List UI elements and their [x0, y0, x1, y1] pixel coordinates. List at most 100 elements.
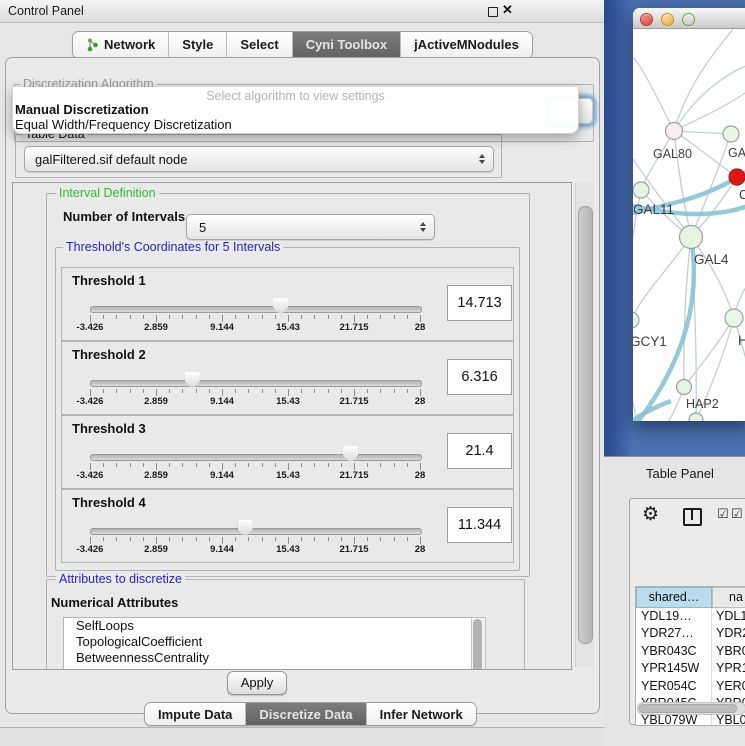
gear-icon[interactable]: ⚙ [642, 503, 659, 525]
tick-mark [301, 315, 302, 319]
tick-mark [380, 315, 381, 319]
network-node[interactable] [723, 126, 739, 142]
close-traffic-light[interactable] [640, 13, 653, 26]
threshold-value-field[interactable]: 6.316 [447, 359, 512, 395]
scale-label: 21.715 [330, 322, 378, 333]
scale-label: 21.715 [330, 396, 378, 407]
tab-cyni-toolbox[interactable]: Cyni Toolbox [293, 32, 401, 58]
tick-mark [169, 537, 170, 541]
close-icon[interactable]: ✕ [502, 2, 513, 18]
scale-label: -3.426 [66, 322, 114, 333]
scale-label: 2.859 [132, 544, 180, 555]
scale-label: 28 [396, 322, 444, 333]
threshold-value-field[interactable]: 21.4 [447, 433, 512, 469]
settings-viewport: Interval Definition Number of Intervals … [12, 182, 572, 670]
node-label: C [739, 188, 745, 202]
network-window-titlebar[interactable] [633, 8, 745, 29]
tick-mark [367, 389, 368, 393]
network-edge[interactable] [633, 57, 674, 131]
network-edge[interactable] [674, 29, 733, 131]
tick-mark [275, 389, 276, 393]
tick-mark [314, 537, 315, 541]
attribute-list-item[interactable]: TopologicalCoefficient [64, 634, 472, 650]
tick-mark [143, 389, 144, 393]
table-row[interactable]: YER054CYER0 [636, 678, 745, 695]
threshold-value-field[interactable]: 14.713 [447, 285, 512, 321]
network-node[interactable] [680, 226, 703, 249]
scale-label: 2.859 [132, 322, 180, 333]
table-row[interactable]: YDL19…YDL1 [636, 608, 745, 625]
threshold-panel: Threshold 3-3.4262.8599.14415.4321.71528… [61, 415, 514, 489]
number-of-intervals-spinner[interactable]: 5 [186, 214, 435, 240]
network-node[interactable] [666, 123, 683, 140]
float-window-icon[interactable] [488, 7, 498, 17]
network-edge[interactable] [674, 89, 745, 131]
table-row[interactable]: YPR145WYPR1 [636, 660, 745, 677]
settings-scrollbar[interactable] [575, 183, 594, 667]
tick-mark [196, 315, 197, 319]
panel-title: Control Panel [8, 4, 84, 18]
tick-mark [222, 315, 223, 322]
tick-mark [380, 537, 381, 541]
tick-mark [248, 537, 249, 541]
tick-mark [130, 463, 131, 467]
tick-mark [103, 537, 104, 541]
network-node[interactable] [677, 380, 692, 395]
checkbox-icon[interactable]: ☑ [731, 507, 743, 522]
slider-track[interactable] [90, 454, 422, 461]
network-node[interactable] [633, 312, 639, 328]
tab-network[interactable]: Network [73, 32, 169, 58]
panel-bottom-edge [0, 727, 604, 746]
node-label: GAL80 [653, 147, 692, 161]
bottom-tab-infer-network[interactable]: Infer Network [367, 703, 476, 725]
tab-jactivemnodules[interactable]: jActiveMNodules [401, 32, 532, 58]
column-header-shared-name[interactable]: shared… [636, 587, 712, 608]
network-node[interactable] [689, 413, 703, 421]
network-edge[interactable] [674, 64, 745, 131]
bottom-tab-impute-data[interactable]: Impute Data [145, 703, 246, 725]
attribute-list-item[interactable]: SelfLoops [64, 618, 472, 634]
tab-label: Network [104, 33, 155, 57]
column-header-name[interactable]: na [712, 587, 745, 608]
attribute-list-item[interactable]: BetweennessCentrality [64, 650, 472, 666]
tick-mark [169, 315, 170, 319]
slider-track[interactable] [90, 528, 422, 535]
attributes-list-scrollbar[interactable] [471, 617, 486, 670]
minimize-traffic-light[interactable] [661, 13, 674, 26]
network-node[interactable] [729, 169, 745, 185]
network-desktop: GAL80GACGAL11GAL4GCY1HHAP2 [604, 0, 745, 456]
zoom-traffic-light[interactable] [682, 13, 695, 26]
network-window: GAL80GACGAL11GAL4GCY1HHAP2 [633, 8, 745, 421]
table-row[interactable]: YDR27…YDR2 [636, 625, 745, 642]
column-layout-icon[interactable] [683, 508, 702, 526]
slider-track[interactable] [90, 306, 422, 313]
tick-mark [341, 537, 342, 541]
slider-track[interactable] [90, 380, 422, 387]
top-tab-bar: Network StyleSelectCyni ToolboxjActiveMNo… [72, 31, 533, 59]
tick-mark [288, 537, 289, 544]
tab-select[interactable]: Select [227, 32, 292, 58]
table-hscrollbar[interactable] [637, 702, 745, 715]
interval-definition-label: Interval Definition [56, 187, 159, 200]
network-node[interactable] [725, 309, 743, 327]
bottom-tab-discretize-data[interactable]: Discretize Data [246, 703, 366, 725]
checkbox-icon[interactable]: ☑ [717, 507, 729, 522]
threshold-value-field[interactable]: 11.344 [447, 507, 512, 543]
table-data-combobox[interactable]: galFiltered.sif default node [24, 146, 494, 172]
tick-mark [248, 389, 249, 393]
numerical-attributes-list[interactable]: SelfLoopsTopologicalCoefficientBetweenne… [63, 617, 473, 670]
table-row[interactable]: YBR043CYBR0 [636, 643, 745, 660]
network-edge[interactable] [633, 237, 691, 320]
tick-mark [222, 389, 223, 396]
algorithm-option[interactable]: Equal Width/Frequency Discretization [15, 117, 232, 132]
tick-mark [130, 537, 131, 541]
apply-button[interactable]: Apply [227, 671, 287, 695]
network-node[interactable] [633, 182, 649, 198]
network-edge[interactable] [691, 237, 734, 318]
network-canvas[interactable]: GAL80GACGAL11GAL4GCY1HHAP2 [633, 29, 745, 421]
scale-label: 15.43 [264, 322, 312, 333]
network-edge[interactable] [684, 318, 734, 387]
tab-style[interactable]: Style [169, 32, 227, 58]
tick-mark [420, 463, 421, 470]
algorithm-option[interactable]: Manual Discretization [15, 102, 149, 117]
